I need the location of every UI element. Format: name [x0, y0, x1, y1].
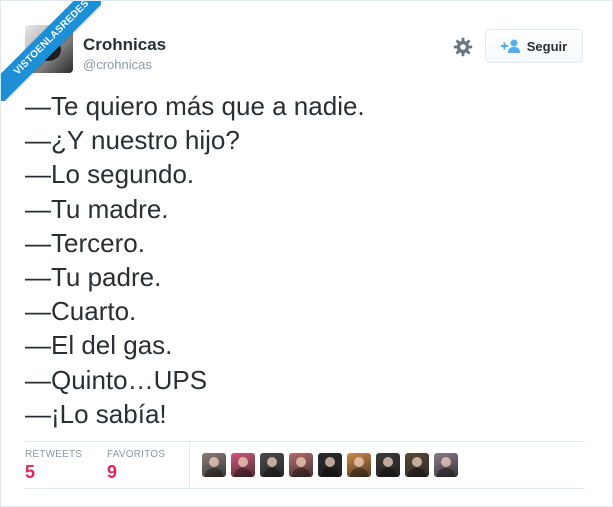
favorites-label[interactable]: FAVORITOS — [107, 449, 165, 460]
user-avatar-7-icon[interactable] — [376, 453, 400, 477]
tweet-line: —Quinto…UPS — [25, 364, 208, 395]
tweet-line: —Tu madre. — [25, 193, 169, 224]
tweet-card: VISTOENLASREDES Crohnicas @crohnicas Seg… — [0, 0, 613, 507]
user-avatar-3-icon[interactable] — [260, 453, 284, 477]
tweet-text: —Te quiero más que a nadie. —¿Y nuestro … — [25, 89, 585, 431]
follow-button-label: Seguir — [526, 38, 568, 54]
add-user-icon — [500, 39, 520, 53]
user-avatar-4-icon[interactable] — [289, 453, 313, 477]
tweet-line: —Tu padre. — [25, 262, 162, 293]
follow-button[interactable]: Seguir — [485, 29, 583, 63]
retweets-label[interactable]: RETWEETS — [25, 449, 82, 460]
favorites-count[interactable]: 9 — [107, 462, 117, 483]
stats-divider-vertical — [189, 441, 190, 488]
user-avatar-6-icon[interactable] — [347, 453, 371, 477]
tweet-line: —Tercero. — [25, 227, 145, 258]
tweet-line: —Lo segundo. — [25, 159, 195, 190]
user-avatar-2-icon[interactable] — [231, 453, 255, 477]
tweet-line: —Cuarto. — [25, 296, 137, 327]
stats-divider-top — [25, 441, 585, 442]
user-avatar-8-icon[interactable] — [405, 453, 429, 477]
tweet-line: —El del gas. — [25, 330, 173, 361]
stats-divider-bottom — [25, 488, 585, 489]
tweet-line: —Te quiero más que a nadie. — [25, 91, 365, 121]
tweet-line: —¿Y nuestro hijo? — [25, 125, 240, 156]
user-avatar-1-icon[interactable] — [202, 453, 226, 477]
user-avatar-5-icon[interactable] — [318, 453, 342, 477]
watermark-text: VISTOENLASREDES — [1, 1, 101, 101]
tweet-line: —¡Lo sabía! — [25, 398, 167, 429]
gear-icon[interactable] — [453, 37, 473, 57]
facepile — [202, 453, 458, 477]
watermark-ribbon: VISTOENLASREDES — [1, 1, 101, 101]
user-avatar-9-icon[interactable] — [434, 453, 458, 477]
retweets-count[interactable]: 5 — [25, 462, 35, 483]
